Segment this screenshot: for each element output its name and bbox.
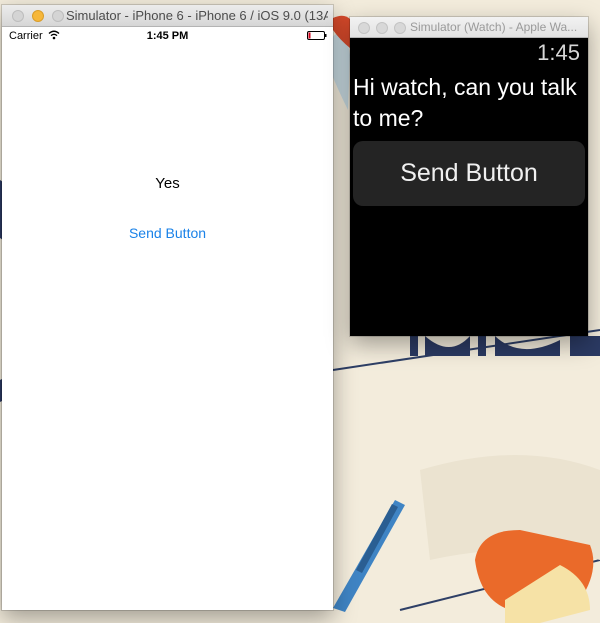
iphone-screen: Carrier 1:45 PM Yes Send Button [2,27,333,610]
watch-simulator-titlebar[interactable]: Simulator (Watch) - Apple Wa... [350,17,588,38]
iphone-simulator-window[interactable]: Simulator - iPhone 6 - iPhone 6 / iOS 9.… [2,5,333,610]
zoom-window-button[interactable] [52,10,64,22]
watch-simulator-title: Simulator (Watch) - Apple Wa... [410,20,578,34]
close-window-button[interactable] [12,10,24,22]
watch-send-button-label: Send Button [400,159,538,187]
reply-label: Yes [155,175,180,192]
status-time: 1:45 PM [146,30,189,42]
close-window-button[interactable] [358,22,370,34]
watch-simulator-window[interactable]: Simulator (Watch) - Apple Wa... 1:45 Hi … [350,17,588,336]
watch-message-label: Hi watch, can you talk to me? [353,74,577,131]
minimize-window-button[interactable] [376,22,388,34]
watch-time: 1:45 [537,40,580,65]
phone-send-button[interactable]: Send Button [92,225,243,241]
iphone-simulator-titlebar[interactable]: Simulator - iPhone 6 - iPhone 6 / iOS 9.… [2,5,333,27]
watch-send-button[interactable]: Send Button [353,141,585,206]
battery-icon [307,31,327,40]
watch-screen: 1:45 Hi watch, can you talk to me? Send … [350,38,588,336]
iphone-simulator-title: Simulator - iPhone 6 - iPhone 6 / iOS 9.… [66,8,328,23]
status-bar: Carrier 1:45 PM [2,27,333,45]
minimize-window-button[interactable] [32,10,44,22]
zoom-window-button[interactable] [394,22,406,34]
